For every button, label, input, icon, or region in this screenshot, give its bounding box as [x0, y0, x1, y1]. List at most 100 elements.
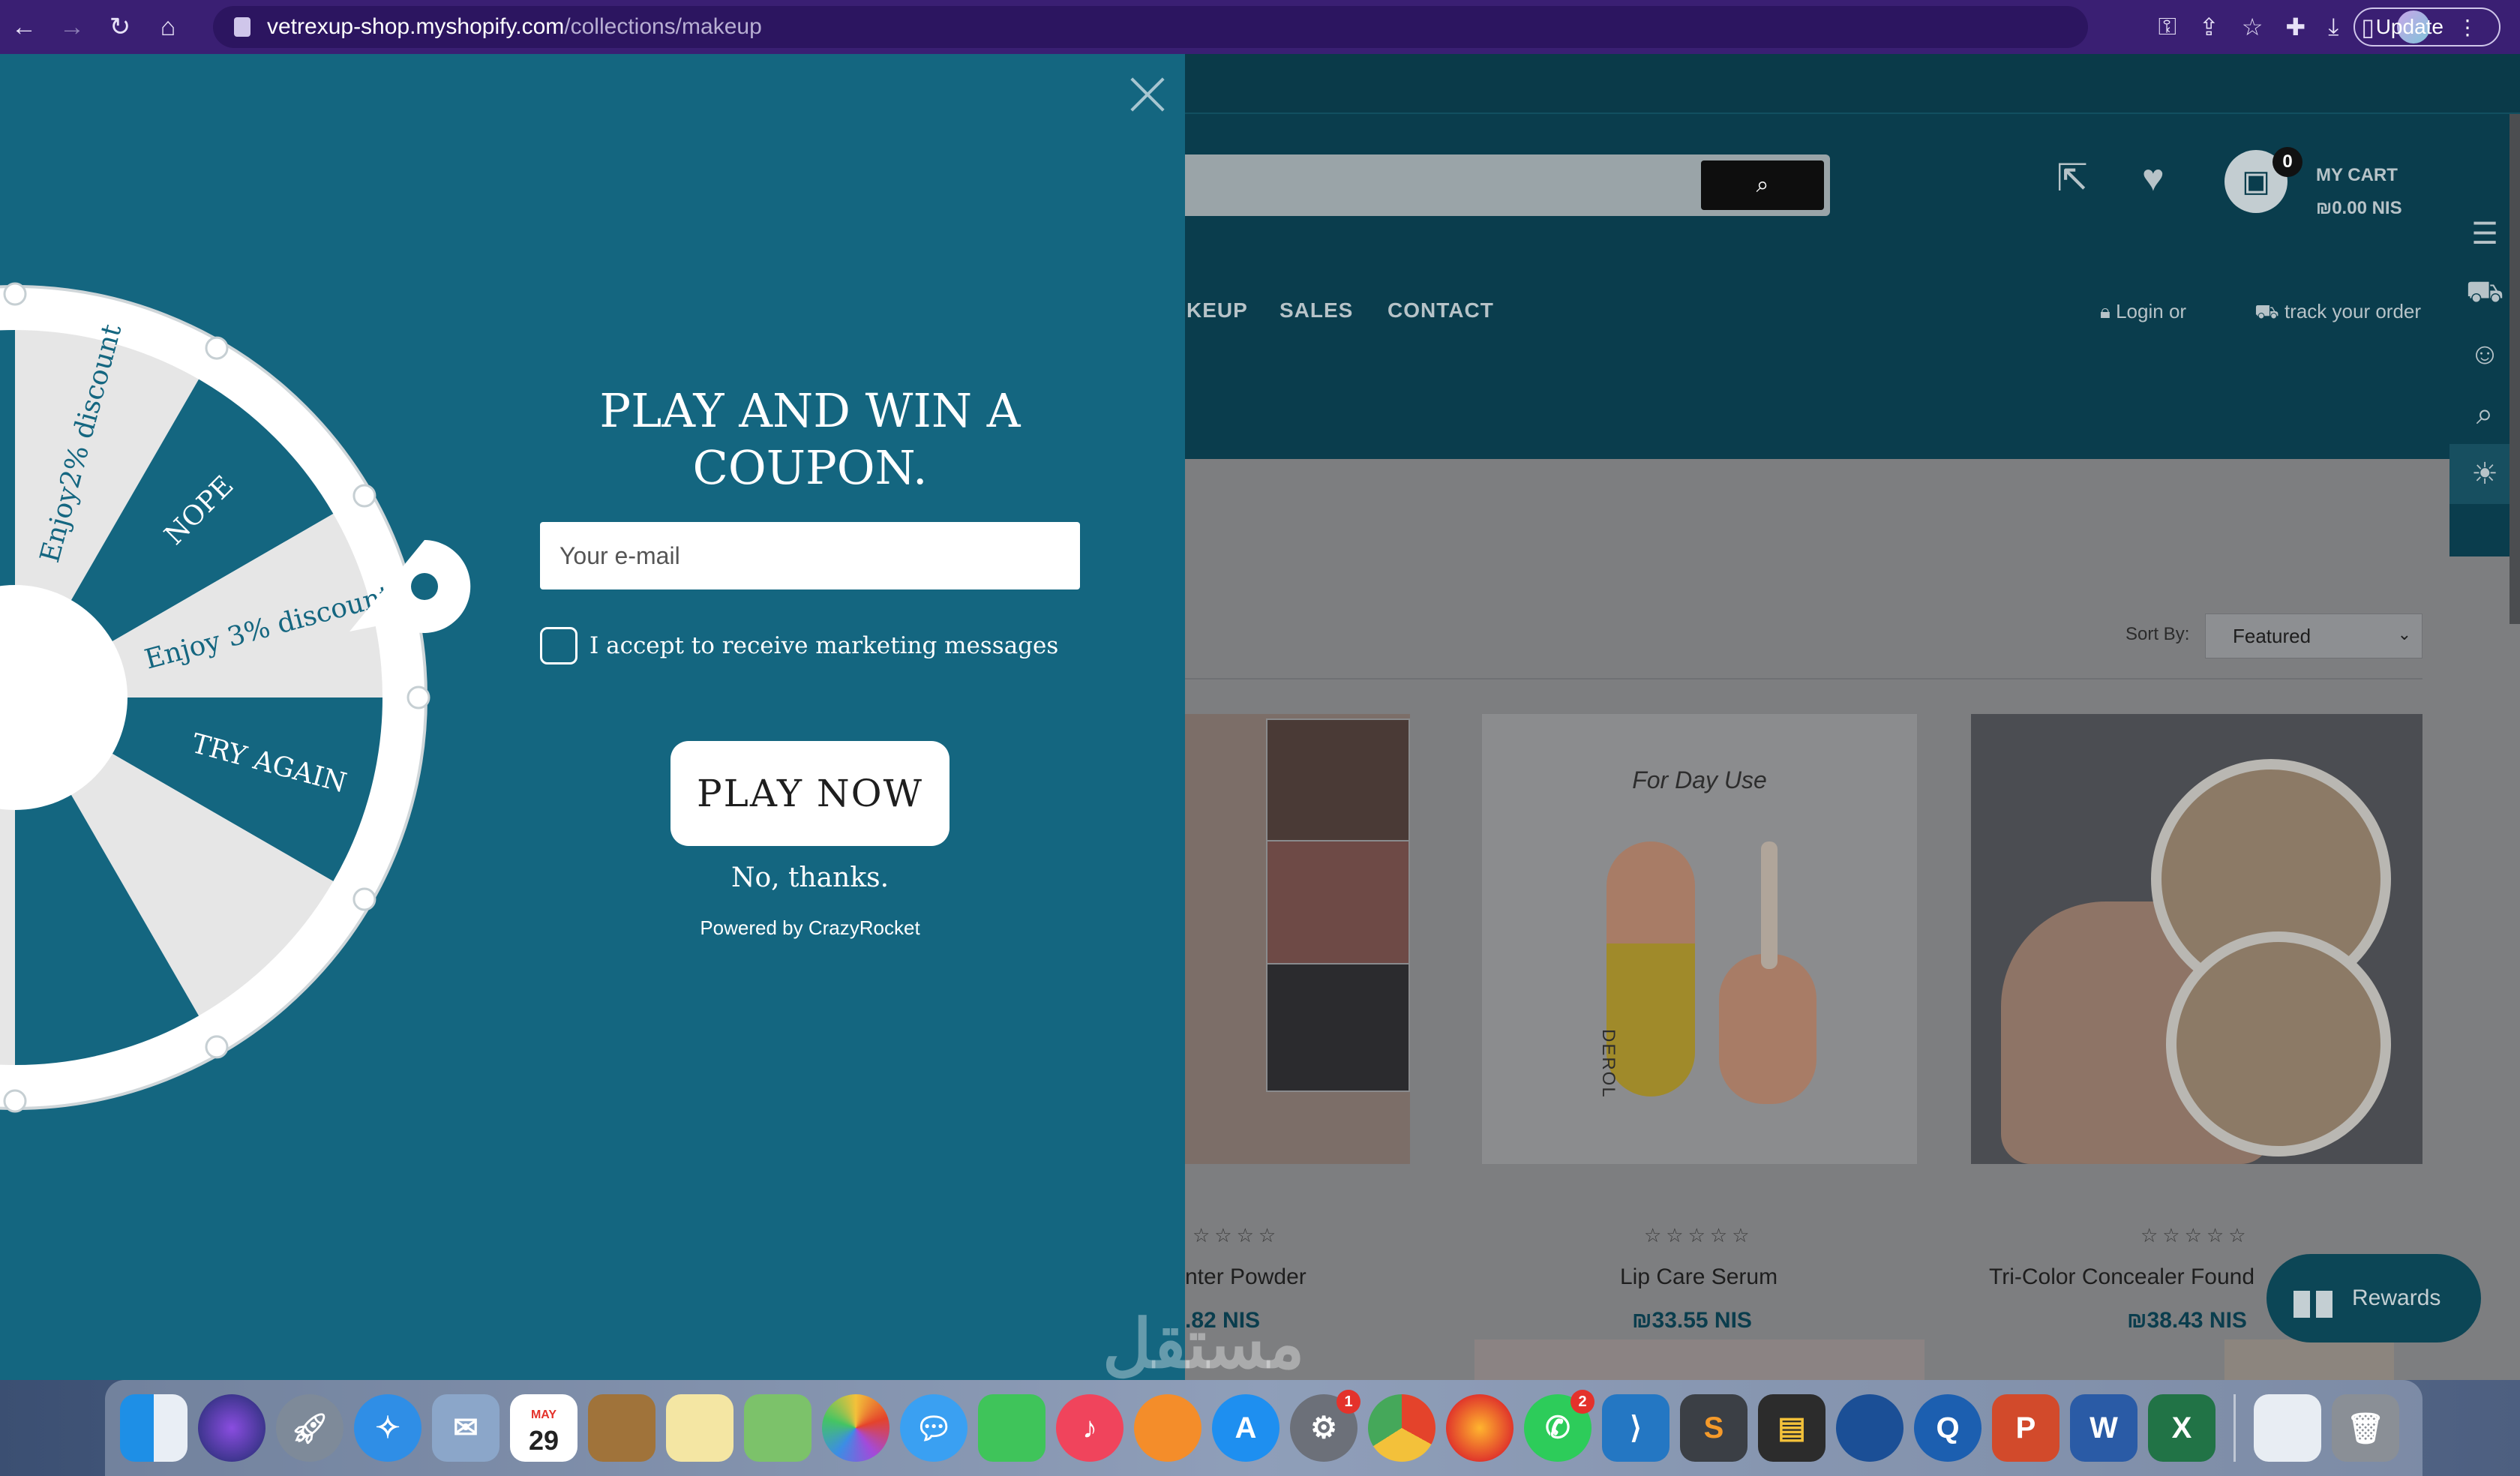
messages-icon[interactable]: 💬︎	[900, 1394, 968, 1462]
product-thumb	[1266, 718, 1410, 848]
product-thumb	[1266, 963, 1410, 1092]
star-icon[interactable]: ☆	[2242, 13, 2264, 41]
product-image-powder[interactable]	[1185, 714, 1410, 1164]
truck-icon: ⛟	[2254, 300, 2279, 322]
close-icon[interactable]	[1124, 70, 1172, 118]
email-field[interactable]	[540, 522, 1080, 590]
powerpoint-icon[interactable]: P	[1992, 1394, 2060, 1462]
app-store-icon[interactable]: A	[1212, 1394, 1280, 1462]
cyberduck-icon[interactable]	[1836, 1394, 1904, 1462]
search-icon[interactable]: ⌕	[1701, 160, 1824, 210]
menu-makeup[interactable]: KEUP	[1186, 298, 1248, 322]
wheel-peg	[3, 282, 27, 306]
music-icon[interactable]: ♪	[1056, 1394, 1124, 1462]
play-now-button[interactable]: PLAY NOW	[670, 741, 950, 846]
key-icon[interactable]: ⚿	[2158, 13, 2176, 41]
marketing-consent[interactable]: I accept to receive marketing messages	[540, 627, 1058, 664]
vscode-icon[interactable]: ⟩	[1602, 1394, 1670, 1462]
more-menu-icon[interactable]: ⋮	[2457, 15, 2478, 40]
chevron-down-icon: ⌄	[2397, 625, 2411, 644]
consent-checkbox[interactable]	[540, 627, 578, 664]
wheel-pointer-dot	[411, 573, 438, 600]
chrome-window-thumbnail[interactable]	[2254, 1394, 2321, 1462]
extensions-icon[interactable]: ✚	[2285, 13, 2306, 41]
notes-book-icon[interactable]	[588, 1394, 656, 1462]
cart-total: ₪0.00 NIS	[2316, 198, 2402, 218]
tableplus-icon[interactable]: ▤	[1758, 1394, 1826, 1462]
product-price: ₪38.43 NIS	[2127, 1308, 2247, 1333]
finder-icon[interactable]	[120, 1394, 188, 1462]
capsule-shape	[1606, 842, 1695, 1096]
product-rating: ☆☆☆☆	[1192, 1224, 1281, 1246]
consent-label: I accept to receive marketing messages	[590, 632, 1059, 659]
forward-icon[interactable]: →	[48, 3, 96, 51]
menu-contact[interactable]: CONTACT	[1388, 298, 1494, 322]
books-icon[interactable]	[1134, 1394, 1202, 1462]
no-thanks-link[interactable]: No, thanks.	[660, 862, 960, 893]
lock-small-icon: 🔒︎	[2100, 300, 2110, 322]
system-preferences-icon[interactable]: ⚙ 1	[1290, 1390, 1360, 1462]
product-image-concealer[interactable]	[1971, 714, 2422, 1164]
store-search-input[interactable]: ⌕	[1170, 154, 1830, 216]
excel-icon[interactable]: X	[2148, 1394, 2216, 1462]
url-host: vetrexup-shop.myshopify.com	[267, 14, 565, 39]
download-icon[interactable]: ⤓	[2328, 13, 2338, 41]
rewards-label: Rewards	[2352, 1286, 2441, 1310]
product-thumb	[1266, 840, 1410, 969]
powered-by[interactable]: Powered by CrazyRocket	[660, 916, 960, 940]
product-name[interactable]: nter Powder	[1185, 1264, 1306, 1290]
cart-count-badge: 0	[2272, 147, 2302, 177]
update-button[interactable]: Update ⋮	[2353, 8, 2500, 46]
sort-select[interactable]: Featured ⌄	[2205, 614, 2422, 658]
calendar-day: 29	[528, 1425, 560, 1456]
heart-icon[interactable]: ♥	[2142, 156, 2164, 200]
whatsapp-icon[interactable]: ✆ 2	[1524, 1390, 1594, 1462]
cart-summary[interactable]: MY CART ₪0.00 NIS	[2316, 159, 2402, 225]
home-icon[interactable]: ⌂	[144, 3, 192, 51]
menu-sales[interactable]: SALES	[1280, 298, 1353, 322]
url-path: /collections/makeup	[564, 14, 762, 39]
safari-icon[interactable]: ✧	[354, 1394, 422, 1462]
trash-icon[interactable]: 🗑︎	[2332, 1394, 2399, 1462]
track-order-label: track your order	[2284, 300, 2422, 322]
firefox-icon[interactable]	[1446, 1394, 1514, 1462]
back-icon[interactable]: ←	[0, 3, 48, 51]
product-name[interactable]: Lip Care Serum	[1620, 1264, 1778, 1290]
siri-icon[interactable]	[198, 1394, 266, 1462]
product-image-lip-serum[interactable]: For Day Use DEROL	[1482, 714, 1917, 1164]
product-price: ₪33.55 NIS	[1632, 1308, 1752, 1333]
address-bar[interactable]: vetrexup-shop.myshopify.com/collections/…	[213, 6, 2088, 48]
capsule-shape	[1719, 954, 1816, 1104]
rewards-button[interactable]: Rewards	[2266, 1254, 2481, 1342]
chrome-icon[interactable]	[1368, 1394, 1436, 1462]
notification-badge: 1	[1336, 1390, 1360, 1414]
facetime-icon[interactable]	[978, 1394, 1046, 1462]
cart-label: MY CART	[2316, 165, 2398, 185]
calendar-icon[interactable]: MAY 29	[510, 1394, 578, 1462]
page-scrollbar[interactable]	[2510, 114, 2520, 624]
mail-icon[interactable]: ✉	[432, 1394, 500, 1462]
prize-wheel[interactable]: NEXT TIMEEnjoy3% discountSPIN TO WINEnjo…	[0, 54, 525, 1380]
lock-icon	[234, 17, 250, 37]
notes-icon[interactable]	[666, 1394, 734, 1462]
sublime-text-icon[interactable]: S	[1680, 1394, 1748, 1462]
share-icon[interactable]: ⇪	[2199, 13, 2219, 41]
word-icon[interactable]: W	[2070, 1394, 2138, 1462]
wheel-group: NEXT TIMEEnjoy3% discountSPIN TO WINEnjo…	[0, 282, 471, 1113]
product-name[interactable]: Tri-Color Concealer Found	[1989, 1264, 2254, 1290]
launchpad-icon[interactable]: 🚀︎	[276, 1394, 344, 1462]
track-order-link[interactable]: ⛟ track your order	[2254, 300, 2421, 326]
popup-title: PLAY AND WIN A COUPON.	[599, 383, 1021, 495]
macos-dock: 🚀︎ ✧ ✉ MAY 29 💬︎ ♪ A ⚙ 1 ✆ 2 ⟩ S ▤ Q P W…	[105, 1380, 2422, 1476]
quicktime-icon[interactable]: Q	[1914, 1394, 1982, 1462]
product-image-next[interactable]	[1474, 1340, 1924, 1384]
reload-icon[interactable]: ↻	[96, 3, 144, 51]
external-link-icon[interactable]: ⇱	[2056, 156, 2088, 200]
watermark-logo: مستقل	[1102, 1307, 1305, 1382]
product-image-next[interactable]	[2224, 1340, 2394, 1384]
sort-label: Sort By:	[2126, 624, 2190, 644]
login-link[interactable]: 🔒︎ Login or	[2100, 300, 2186, 324]
photos-icon[interactable]	[822, 1394, 890, 1462]
maps-icon[interactable]	[744, 1394, 812, 1462]
sort-selected: Featured	[2233, 624, 2312, 647]
